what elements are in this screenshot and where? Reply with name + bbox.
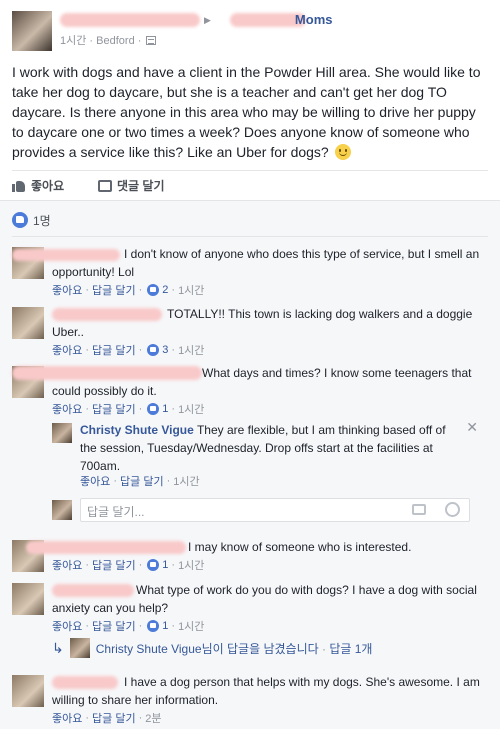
- post-location[interactable]: Bedford: [96, 35, 135, 47]
- comment-reply-link[interactable]: 답글 달기: [92, 618, 136, 634]
- post-header: ▶ Moms 1시간 · Bedford ·: [12, 11, 492, 51]
- comment-text: I have a dog person that helps with my d…: [52, 675, 480, 707]
- author-avatar[interactable]: [12, 11, 52, 51]
- current-user-avatar: [52, 500, 72, 520]
- reply-time[interactable]: 1시간: [173, 473, 199, 489]
- close-icon[interactable]: ✕: [466, 419, 478, 436]
- like-reaction-icon: [12, 212, 28, 228]
- reply-composer: 답글 달기...: [52, 498, 472, 522]
- comment-text: I may know of someone who is interested.: [188, 540, 412, 554]
- replier-avatar[interactable]: [52, 423, 72, 443]
- like-reaction-icon: [147, 284, 160, 296]
- comment-time[interactable]: 1시간: [178, 618, 204, 634]
- commenter-avatar[interactable]: [12, 307, 44, 339]
- thumbs-up-icon: [12, 179, 26, 192]
- post-body: I work with dogs and have a client in th…: [12, 64, 481, 160]
- comment-actions: 좋아요 · 답글 달기 · 1 · 1시간: [52, 401, 205, 417]
- reply-arrow-icon: ↳: [52, 639, 64, 656]
- group-line: ▶ Moms: [60, 12, 332, 27]
- like-button[interactable]: 좋아요: [12, 177, 64, 194]
- commenter-avatar[interactable]: [12, 675, 44, 707]
- replier-name[interactable]: Christy Shute Vigue: [80, 423, 194, 437]
- comment-time[interactable]: 1시간: [178, 282, 204, 298]
- comment-reply-link[interactable]: 답글 달기: [92, 557, 136, 573]
- comment-actions: 좋아요 · 답글 달기 · 1 · 1시간: [52, 557, 205, 573]
- emoji-icon[interactable]: [445, 502, 460, 517]
- comment-actions: 좋아요 · 답글 달기 · 3 · 1시간: [52, 342, 205, 358]
- comment-reply-link[interactable]: 답글 달기: [92, 282, 136, 298]
- reply-like-link[interactable]: 좋아요: [80, 473, 110, 489]
- comment-reply-link[interactable]: 답글 달기: [92, 710, 136, 726]
- replier-avatar: [69, 638, 90, 658]
- like-reaction-icon: [147, 344, 160, 356]
- comment-like-link[interactable]: 좋아요: [52, 710, 82, 726]
- comment-like-link[interactable]: 좋아요: [52, 618, 82, 634]
- post-actions-bar: 좋아요 댓글 달기: [12, 170, 488, 200]
- comment-actions: 좋아요 · 답글 달기 · 2분: [52, 710, 162, 726]
- view-replies-link[interactable]: ↳ Christy Shute Vigue님이 답글을 남겼습니다 · 답글 1…: [52, 638, 372, 658]
- like-reaction-icon: [147, 403, 160, 415]
- comment-text: I don't know of anyone who does this typ…: [52, 247, 480, 279]
- comment: I may know of someone who is interested.…: [12, 538, 490, 574]
- comment-actions: 좋아요 · 답글 달기 · 1 · 1시간: [52, 618, 205, 634]
- like-reaction-icon: [147, 559, 160, 571]
- comment-like-link[interactable]: 좋아요: [52, 401, 82, 417]
- comment-button[interactable]: 댓글 달기: [98, 177, 165, 194]
- comment: I have a dog person that helps with my d…: [12, 673, 490, 725]
- divider: [12, 236, 488, 237]
- reply-reply-link[interactable]: 답글 달기: [120, 473, 164, 489]
- comment: I don't know of anyone who does this typ…: [12, 245, 490, 297]
- comment-text: What type of work do you do with dogs? I…: [52, 583, 477, 615]
- reaction-count[interactable]: 1: [162, 559, 168, 571]
- group-name-link[interactable]: Moms: [295, 12, 333, 27]
- reaction-count[interactable]: 3: [162, 344, 168, 356]
- comment-like-link[interactable]: 좋아요: [52, 342, 82, 358]
- post-time[interactable]: 1시간: [60, 35, 86, 47]
- comment-time[interactable]: 2분: [145, 710, 161, 726]
- comment-time[interactable]: 1시간: [178, 342, 204, 358]
- like-reaction-icon: [147, 620, 160, 632]
- comment-reply-link[interactable]: 답글 달기: [92, 342, 136, 358]
- reaction-count[interactable]: 1: [162, 403, 168, 415]
- reply: Christy Shute Vigue They are flexible, b…: [52, 419, 488, 488]
- comment: TOTALLY!! This town is lacking dog walke…: [12, 305, 490, 357]
- commenter-avatar[interactable]: [12, 583, 44, 615]
- post-meta: 1시간 · Bedford ·: [60, 32, 157, 48]
- reaction-count[interactable]: 1: [162, 620, 168, 632]
- camera-icon[interactable]: [412, 504, 426, 515]
- comment-like-link[interactable]: 좋아요: [52, 282, 82, 298]
- comment-actions: 좋아요 · 답글 달기 · 2 · 1시간: [52, 282, 205, 298]
- comment-icon: [98, 179, 112, 192]
- comment-reply-link[interactable]: 답글 달기: [92, 401, 136, 417]
- arrow-right-icon: ▶: [204, 15, 211, 25]
- comment-time[interactable]: 1시간: [178, 401, 204, 417]
- comment-text: TOTALLY!! This town is lacking dog walke…: [52, 307, 473, 339]
- comment-text: What days and times? I know some teenage…: [52, 366, 472, 398]
- comment-like-link[interactable]: 좋아요: [52, 557, 82, 573]
- reply-actions: 좋아요 · 답글 달기 · 1시간: [80, 473, 200, 489]
- comment-time[interactable]: 1시간: [178, 557, 204, 573]
- smiley-emoji-icon: [334, 144, 351, 160]
- comment: What days and times? I know some teenage…: [12, 364, 490, 416]
- audience-icon[interactable]: [146, 36, 157, 45]
- reaction-count[interactable]: 2: [162, 284, 168, 296]
- comment: What type of work do you do with dogs? I…: [12, 581, 490, 633]
- likes-summary[interactable]: 1명: [12, 210, 51, 230]
- comments-area: 1명 I don't know of anyone who does this …: [0, 200, 500, 729]
